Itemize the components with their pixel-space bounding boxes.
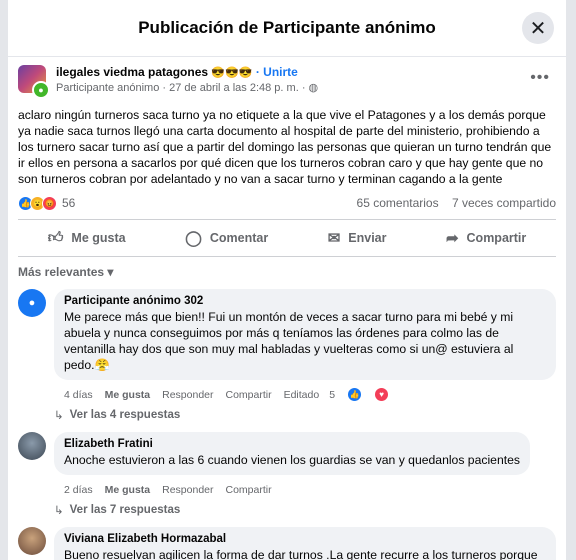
comment-bubble: Viviana Elizabeth Hormazabal Bueno resue… — [54, 527, 556, 560]
reply-arrow-icon: ↳ — [54, 409, 64, 422]
comment-share-button[interactable]: Compartir — [226, 484, 272, 496]
avatar[interactable] — [18, 527, 46, 555]
join-group-link[interactable]: · Unirte — [256, 65, 298, 79]
like-reaction-icon: 👍 — [347, 387, 363, 402]
post-text: aclaro ningún turneros saca turno ya no … — [18, 108, 552, 186]
like-button[interactable]: 👍︎ Me gusta — [48, 229, 126, 247]
comment-like-button[interactable]: Me gusta — [105, 484, 151, 496]
comment-bubble-icon: ◯ — [185, 230, 202, 247]
share-arrow-icon: ➦ — [445, 230, 459, 247]
post-timestamp[interactable]: · 27 de abril a las 2:48 p. m. · — [162, 82, 305, 94]
close-icon: ✕ — [529, 17, 547, 40]
comment: ● Participante anónimo 302 Me parece más… — [8, 283, 566, 402]
messenger-icon: ✉ — [327, 230, 341, 247]
comment-reaction-count: 5 — [329, 388, 336, 401]
share-button[interactable]: ➦ Compartir — [446, 229, 526, 247]
comment-actions: 2 días Me gusta Responder Compartir — [54, 475, 530, 497]
comment-text: Bueno resuelvan agilicen la forma de dar… — [64, 548, 538, 560]
send-button[interactable]: ✉ Enviar — [328, 229, 387, 247]
shares-count[interactable]: 7 veces compartido — [452, 196, 556, 210]
comment-author[interactable]: Participante anónimo 302 — [64, 295, 546, 307]
avatar[interactable]: ● — [18, 289, 46, 317]
comment: Elizabeth Fratini Anoche estuvieron a la… — [8, 426, 566, 497]
view-replies-link[interactable]: ↳ Ver las 4 respuestas — [8, 402, 566, 426]
more-options-icon[interactable]: ••• — [530, 69, 550, 87]
comment-button[interactable]: ◯ Comentar — [185, 229, 268, 247]
modal-title: Publicación de Participante anónimo — [138, 18, 436, 37]
comment-time[interactable]: 4 días — [64, 389, 93, 401]
edited-label[interactable]: Editado — [284, 389, 320, 401]
anonymous-avatar-icon: ● — [32, 81, 50, 99]
comment: Viviana Elizabeth Hormazabal Bueno resue… — [8, 521, 566, 560]
reaction-summary[interactable]: 👍 😮 😡 56 — [18, 195, 76, 211]
caret-down-icon: ▾ — [107, 265, 114, 279]
comment-time[interactable]: 2 días — [64, 484, 93, 496]
reaction-count: 56 — [62, 196, 76, 210]
action-bar: 👍︎ Me gusta ◯ Comentar ✉ Enviar ➦ Compar… — [18, 219, 556, 257]
comment-actions: 4 días Me gusta Responder Compartir Edit… — [54, 380, 556, 402]
comment-text: Anoche estuvieron a las 6 cuando vienen … — [64, 453, 520, 467]
post-modal: Publicación de Participante anónimo ✕ ● … — [8, 0, 566, 560]
close-button[interactable]: ✕ — [522, 12, 554, 44]
comment-author[interactable]: Elizabeth Fratini — [64, 438, 520, 450]
comment-share-button[interactable]: Compartir — [226, 389, 272, 401]
love-reaction-icon: ♥ — [374, 387, 390, 402]
view-replies-link[interactable]: ↳ Ver las 7 respuestas — [8, 497, 566, 521]
thumbs-up-icon: 👍︎ — [47, 229, 64, 246]
comment-sort-dropdown[interactable]: Más relevantes ▾ — [8, 257, 566, 283]
comment-like-button[interactable]: Me gusta — [105, 389, 151, 401]
comment-reply-button[interactable]: Responder — [162, 389, 213, 401]
post-author[interactable]: Participante anónimo — [56, 82, 159, 94]
comment-bubble: Elizabeth Fratini Anoche estuvieron a la… — [54, 432, 530, 475]
comment-reactions[interactable]: 5 👍 ♥ — [329, 387, 401, 402]
group-emojis: 😎😎😎 — [211, 67, 253, 79]
comment-reply-button[interactable]: Responder — [162, 484, 213, 496]
globe-icon: ◍ — [308, 82, 319, 94]
avatar[interactable] — [18, 432, 46, 460]
comment-text: Me parece más que bien!! Fui un montón d… — [64, 310, 514, 372]
post-header: ● ilegales viedma patagones 😎😎😎 · Unirte… — [8, 57, 566, 101]
angry-reaction-icon: 😡 — [42, 195, 57, 211]
group-avatar[interactable]: ● — [18, 65, 50, 99]
post-meta: ilegales viedma patagones 😎😎😎 · Unirte P… — [56, 65, 318, 101]
comment-author[interactable]: Viviana Elizabeth Hormazabal — [64, 533, 546, 545]
comments-count[interactable]: 65 comentarios — [357, 196, 439, 210]
comment-bubble: Participante anónimo 302 Me parece más q… — [54, 289, 556, 380]
group-name[interactable]: ilegales viedma patagones — [56, 65, 208, 79]
reactions-bar: 👍 😮 😡 56 65 comentarios 7 veces comparti… — [8, 187, 566, 211]
reply-arrow-icon: ↳ — [54, 504, 64, 517]
modal-header: Publicación de Participante anónimo ✕ — [8, 0, 566, 57]
